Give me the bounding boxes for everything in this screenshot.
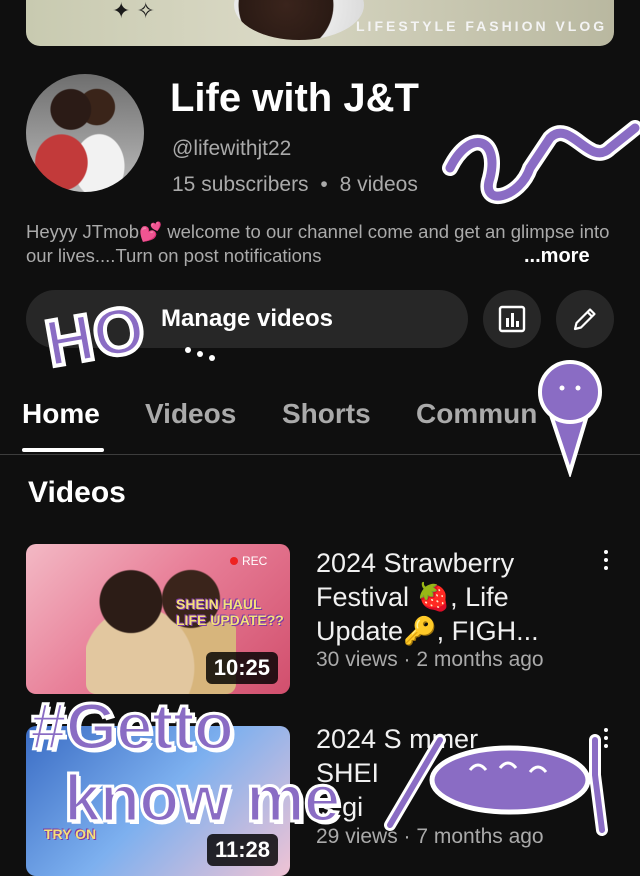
more-options-icon[interactable] — [596, 728, 616, 748]
manage-videos-label: Manage videos — [160, 305, 334, 332]
video-meta: 29 views · 7 months ago — [316, 825, 544, 848]
more-link[interactable]: ...more — [518, 245, 590, 268]
video-title[interactable]: 2024 S mmer SHEI 's gi — [316, 722, 586, 824]
tab-community[interactable]: Commun — [416, 398, 537, 430]
active-tab-indicator — [22, 448, 104, 452]
tab-videos[interactable]: Videos — [145, 398, 236, 430]
banner-text: LIFESTYLE FASHION VLOG — [356, 18, 608, 34]
video-title-line: Festival 🍓, Life — [316, 582, 509, 612]
edit-button[interactable] — [556, 290, 614, 348]
tab-home[interactable]: Home — [22, 398, 100, 430]
video-thumbnail[interactable]: TRY ON 11:28 — [26, 726, 290, 876]
doodle-sticker — [442, 120, 640, 204]
banner-photo — [234, 0, 364, 40]
pencil-icon — [573, 308, 596, 331]
channel-handle: @lifewithjt22 — [172, 137, 292, 160]
analytics-icon — [498, 305, 526, 333]
channel-banner[interactable]: ✦ ✧ LIFESTYLE FASHION VLOG — [26, 0, 614, 46]
video-title-line: 2024 Strawberry — [316, 548, 515, 578]
duration-badge: 11:28 — [206, 834, 278, 866]
stats-separator: • — [320, 173, 328, 196]
avatar[interactable] — [26, 74, 144, 192]
duration-badge: 10:25 — [205, 652, 278, 684]
thumbnail-caption: SHEIN HAUL LIFE UPDATE?? — [176, 596, 284, 628]
video-title-line: SHEI — [316, 758, 380, 788]
tab-shorts[interactable]: Shorts — [282, 398, 371, 430]
section-title: Videos — [28, 476, 126, 509]
thumbnail-caption: TRY ON — [44, 826, 97, 842]
channel-stats: 15 subscribers • 8 videos — [172, 173, 418, 197]
video-count: 8 videos — [339, 173, 418, 196]
video-meta: 30 views · 2 months ago — [316, 648, 544, 671]
rec-label: REC — [230, 554, 267, 568]
video-title-line: Update🔑, FIGH... — [316, 616, 539, 646]
manage-videos-button[interactable]: Manage videos — [26, 290, 468, 348]
analytics-button[interactable] — [483, 290, 541, 348]
video-title-line: 's gi — [316, 792, 364, 822]
video-title[interactable]: 2024 Strawberry Festival 🍓, Life Update🔑… — [316, 546, 586, 648]
channel-title: Life with J&T — [170, 76, 419, 120]
tab-bar: Home Videos Shorts Commun — [0, 380, 640, 455]
sparkle-icon: ✦ ✧ — [112, 0, 155, 23]
video-thumbnail[interactable]: REC SHEIN HAUL LIFE UPDATE?? 10:25 — [26, 544, 290, 694]
more-options-icon[interactable] — [596, 550, 616, 570]
subscriber-count: 15 subscribers — [172, 173, 309, 196]
video-title-line: 2024 S mmer — [316, 724, 479, 754]
